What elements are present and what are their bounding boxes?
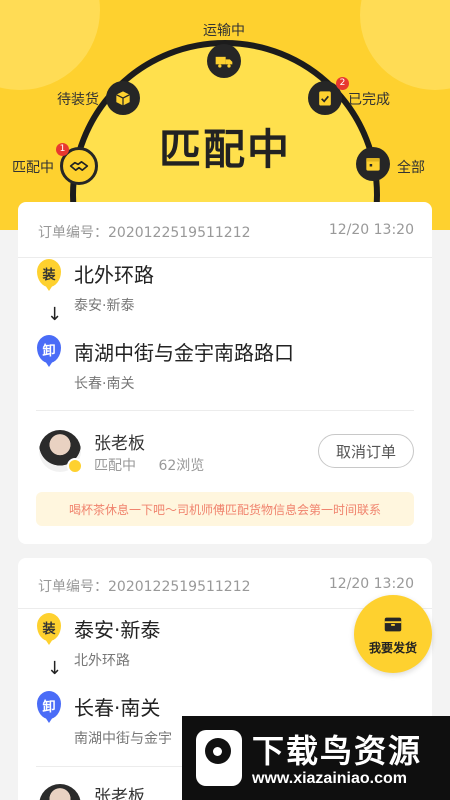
shipper-name: 张老板 — [94, 434, 145, 454]
order-number: 订单编号：2020122519511212 — [38, 579, 251, 595]
route-arrow-icon: ↓ — [47, 658, 63, 679]
order-status-text: 匹配中 — [94, 458, 136, 474]
badge-count: 1 — [56, 143, 69, 156]
status-label-all[interactable]: 全部 — [397, 157, 425, 177]
status-label-matching[interactable]: 匹配中 — [12, 157, 54, 177]
decor-circle — [0, 0, 100, 90]
order-header: 订单编号：2020122519511212 12/20 13:20 — [38, 222, 414, 242]
status-node-waiting-load[interactable] — [106, 81, 140, 115]
cancel-order-button[interactable]: 取消订单 — [318, 434, 414, 468]
load-location-icon: 装 — [37, 259, 61, 291]
load-region: 泰安·新泰 — [74, 298, 135, 314]
load-location-icon: 装 — [37, 613, 61, 645]
status-header: 匹配中 1 匹配中 待装货 运输中 2 已完成 全部 — [0, 0, 450, 230]
shipper-name: 张老板 — [94, 787, 145, 800]
handshake-icon — [69, 161, 89, 171]
clipboard-check-icon — [319, 91, 331, 106]
watermark-banner: 下载鸟资源 www.xiazainiao.com — [182, 716, 450, 800]
route-arrow-icon: ↓ — [47, 304, 63, 325]
avatar[interactable] — [39, 784, 81, 800]
watermark-url: www.xiazainiao.com — [252, 770, 408, 787]
load-place: 泰安·新泰 — [74, 618, 161, 642]
watermark-title: 下载鸟资源 — [252, 732, 423, 770]
divider — [18, 257, 432, 258]
status-node-in-transit[interactable] — [207, 44, 241, 78]
unload-location-icon: 卸 — [37, 335, 61, 367]
order-time: 12/20 13:20 — [328, 222, 414, 238]
unload-region: 长春·南关 — [74, 376, 135, 392]
view-count: 62浏览 — [158, 458, 205, 474]
unload-region: 南湖中街与金宇 — [74, 731, 172, 747]
unload-place: 长春·南关 — [74, 696, 161, 720]
decor-circle — [360, 0, 450, 90]
status-label-in-transit[interactable]: 运输中 — [203, 20, 245, 40]
truck-icon — [215, 56, 233, 68]
divider — [36, 410, 414, 411]
order-number: 订单编号：2020122519511212 — [38, 225, 251, 241]
status-label-completed[interactable]: 已完成 — [348, 89, 390, 109]
status-label-waiting-load[interactable]: 待装货 — [57, 89, 99, 109]
load-place: 北外环路 — [74, 263, 154, 287]
order-card[interactable]: 订单编号：2020122519511212 12/20 13:20 装 北外环路… — [18, 202, 432, 544]
waiting-notice: 喝杯茶休息一下吧～司机师傅匹配货物信息会第一时间联系 — [36, 492, 414, 526]
order-time: 12/20 13:20 — [328, 576, 414, 592]
unload-place: 南湖中街与金宇南路路口 — [74, 341, 294, 365]
box-icon — [116, 91, 130, 106]
load-region: 北外环路 — [74, 653, 130, 669]
shipper-meta: 匹配中 62浏览 — [94, 455, 204, 475]
vip-crown-icon — [67, 458, 83, 474]
avatar[interactable] — [39, 430, 83, 474]
order-header: 订单编号：2020122519511212 12/20 13:20 — [38, 576, 414, 596]
ship-goods-button[interactable]: 我要发货 — [354, 595, 432, 673]
ship-goods-label: 我要发货 — [368, 640, 417, 655]
calendar-icon — [366, 158, 380, 171]
package-icon — [384, 617, 402, 631]
unload-location-icon: 卸 — [37, 691, 61, 723]
watermark-logo-icon — [196, 730, 242, 786]
status-node-all[interactable] — [356, 147, 390, 181]
